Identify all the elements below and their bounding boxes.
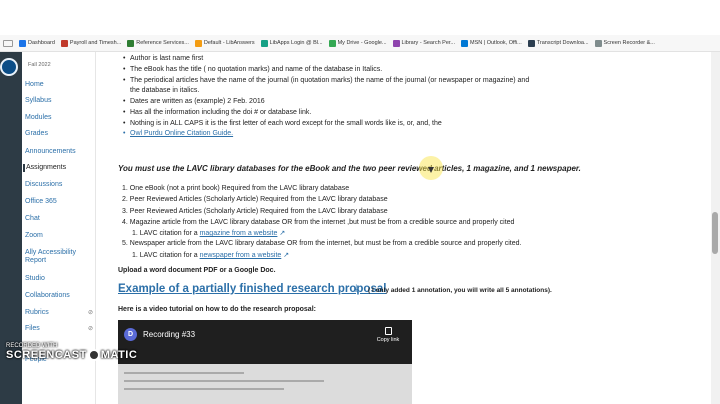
- annotation-note: ( I only added 1 annotation, you will wr…: [368, 287, 552, 294]
- college-logo-icon[interactable]: [0, 58, 18, 76]
- hidden-eye-icon: ⊘: [87, 326, 93, 332]
- newspaper-citation-link[interactable]: newspaper from a website: [200, 252, 282, 259]
- bookmark-google-drive[interactable]: My Drive - Google...: [328, 39, 387, 47]
- apps-icon[interactable]: [3, 39, 13, 47]
- req-magazine: 4. Magazine article from the LAVC librar…: [122, 219, 515, 226]
- bookmark-transcript[interactable]: Transcript Downloa...: [527, 39, 589, 47]
- req-newspaper: 5. Newspaper article from the LAVC libra…: [122, 240, 522, 247]
- bookmark-payroll[interactable]: Payroll and Timesh...: [60, 39, 121, 47]
- copy-icon: [384, 327, 392, 335]
- criteria-bullet: The eBook has the title ( no quotation m…: [123, 66, 382, 73]
- req-newspaper-sub: 1. LAVC citation for a newspaper from a …: [132, 252, 290, 259]
- screencast-logo-icon: [87, 349, 100, 362]
- bookmark-libapps[interactable]: LibApps Login @ Bl...: [260, 39, 323, 47]
- criteria-bullet-cont: the database in italics.: [130, 87, 200, 94]
- hidden-eye-icon: ⊘: [87, 310, 93, 316]
- nav-chat[interactable]: Chat: [25, 215, 93, 223]
- bookmark-icon: [594, 39, 602, 47]
- bookmark-screen-recorder[interactable]: Screen Recorder &...: [594, 39, 655, 47]
- external-link-icon: ↗: [279, 230, 286, 237]
- mouse-cursor-icon: [428, 167, 434, 173]
- bookmark-icon: [527, 39, 535, 47]
- bookmark-dashboard[interactable]: Dashboard: [19, 39, 55, 47]
- bookmark-icon: [328, 39, 336, 47]
- user-avatar: D: [124, 328, 137, 341]
- criteria-bullet: The periodical articles have the name of…: [123, 77, 529, 84]
- bookmark-outlook[interactable]: MSN | Outlook, Offi...: [461, 39, 522, 47]
- owl-purdue-link[interactable]: Owl Purdu Online Citation Guide.: [123, 130, 233, 137]
- nav-assignments[interactable]: Assignments: [23, 164, 91, 172]
- video-title: Recording #33: [143, 330, 196, 339]
- copy-link-button[interactable]: Copy link: [373, 327, 403, 343]
- upload-instruction: Upload a word document PDF or a Google D…: [118, 267, 276, 274]
- magazine-citation-link[interactable]: magazine from a website: [200, 230, 278, 237]
- nav-rubrics[interactable]: Rubrics: [25, 309, 93, 317]
- download-icon[interactable]: ⤓: [354, 283, 358, 294]
- nav-studio[interactable]: Studio: [25, 275, 93, 283]
- nav-grades[interactable]: Grades: [25, 130, 93, 138]
- video-intro: Here is a video tutorial on how to do th…: [118, 306, 316, 313]
- bookmark-icon: [461, 39, 468, 47]
- example-proposal-link[interactable]: Example of a partially finished research…: [118, 283, 386, 295]
- bookmark-reference-services[interactable]: Reference Services...: [127, 39, 189, 47]
- req-peer-article-2: 3. Peer Reviewed Articles (Scholarly Art…: [122, 208, 388, 215]
- database-requirement-note: You must use the LAVC library databases …: [118, 164, 581, 173]
- nav-ally-report[interactable]: Ally Accessibility Report: [25, 249, 80, 265]
- nav-home[interactable]: Home: [25, 81, 93, 89]
- bookmarks-bar: Dashboard Payroll and Timesh... Referenc…: [0, 35, 720, 52]
- nav-syllabus[interactable]: Syllabus: [25, 97, 93, 105]
- bookmark-libanswers[interactable]: Default - LibAnswers: [194, 39, 255, 47]
- bookmark-library-search[interactable]: Library - Search Per...: [392, 39, 455, 47]
- nav-zoom[interactable]: Zoom: [25, 232, 93, 240]
- criteria-bullet: Dates are written as (example) 2 Feb. 20…: [123, 98, 265, 105]
- scrollbar-thumb[interactable]: [712, 212, 718, 254]
- nav-collaborations[interactable]: Collaborations: [25, 292, 93, 300]
- course-term: Fall 2022: [28, 62, 51, 68]
- bookmark-icon: [194, 39, 202, 47]
- criteria-bullet: Nothing is in ALL CAPS it is the first l…: [123, 120, 442, 127]
- bookmark-icon: [19, 39, 26, 47]
- nav-modules[interactable]: Modules: [25, 114, 93, 122]
- criteria-bullet: Has all the information including the do…: [123, 109, 311, 116]
- nav-announcements[interactable]: Announcements: [25, 148, 93, 156]
- screencast-watermark: RECORDED WITH SCREENCAST MATIC: [6, 343, 138, 362]
- bookmark-icon: [60, 39, 68, 47]
- video-player[interactable]: D Recording #33 Copy link: [118, 320, 412, 404]
- req-peer-article-1: 2. Peer Reviewed Articles (Scholarly Art…: [122, 196, 388, 203]
- external-link-icon: ↗: [283, 252, 290, 259]
- req-magazine-sub: 1. LAVC citation for a magazine from a w…: [132, 230, 286, 237]
- bookmark-icon: [127, 39, 135, 47]
- bookmark-icon: [392, 39, 400, 47]
- criteria-bullet: Author is last name first: [123, 55, 203, 62]
- nav-office-365[interactable]: Office 365: [25, 198, 93, 206]
- nav-files[interactable]: Files: [25, 325, 93, 333]
- nav-discussions[interactable]: Discussions: [25, 181, 93, 189]
- video-thumbnail[interactable]: [118, 364, 412, 404]
- bookmark-icon: [260, 39, 268, 47]
- req-ebook: 1. One eBook (not a print book) Required…: [122, 185, 350, 192]
